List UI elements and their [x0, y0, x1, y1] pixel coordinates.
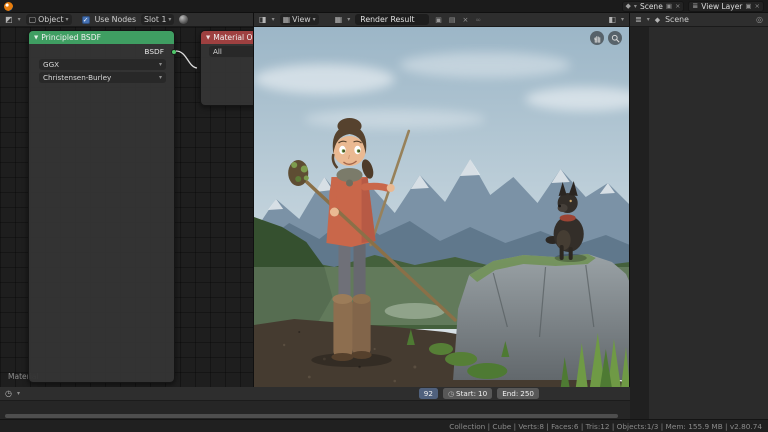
topbar: ◆ ▾ Scene ▣ × ≣ View Layer ▣ ×	[0, 0, 768, 13]
image-name-field[interactable]: Render Result	[355, 14, 429, 25]
use-nodes-checkbox[interactable]: ✓	[82, 16, 90, 24]
end-value: 250	[520, 389, 534, 398]
subsurface-method-value: Christensen-Burley	[43, 73, 111, 82]
chevron-down-icon: ▾	[18, 16, 21, 23]
chevron-down-icon: ▾	[313, 16, 316, 23]
pan-hand-icon[interactable]	[590, 31, 604, 45]
pin-icon[interactable]: ◎	[756, 15, 763, 24]
use-nodes-label: Use Nodes	[95, 15, 136, 24]
bsdf-output-label: BSDF	[39, 47, 166, 56]
slot-dropdown[interactable]: Slot 1 ▾	[141, 14, 174, 25]
chevron-down-icon: ▾	[66, 16, 69, 23]
timeline-ruler[interactable]	[0, 401, 630, 419]
node-title: Material Out	[213, 33, 253, 42]
new-view-layer-button[interactable]: ▣	[745, 2, 751, 10]
properties-header: ≣ ▾ ◆ Scene ◎	[630, 13, 768, 27]
material-output-node[interactable]: ▼ Material Out All	[200, 30, 253, 106]
distribution-value: GGX	[43, 60, 59, 69]
timeline-header: ◷ ▾ 92 ◷ Start: 10 End: 250	[0, 387, 630, 401]
image-mode-label: View	[292, 15, 311, 24]
output-target-value: All	[213, 47, 222, 56]
blender-window: ◆ ▾ Scene ▣ × ≣ View Layer ▣ × ◩ ▾ ▢ Obje…	[0, 0, 768, 432]
image-editor-header: ◨ ▾ ▦ View ▾ ▦ ▾ Render Result ▣ ▤ × ∞ ◧ ▾	[254, 13, 629, 27]
frame-start-field[interactable]: ◷ Start: 10	[443, 388, 492, 399]
display-channels-icon[interactable]: ◧	[608, 15, 616, 24]
end-label: End:	[502, 389, 518, 398]
distribution-dropdown[interactable]: GGX ▾	[39, 59, 166, 70]
output-target-dropdown[interactable]: All	[209, 46, 253, 57]
scene-name: Scene	[640, 2, 663, 11]
chevron-down-icon: ▾	[17, 390, 20, 397]
view-layer-selector[interactable]: ≣ View Layer ▣ ×	[688, 1, 764, 12]
timeline-editor-type-icon[interactable]: ◷	[5, 389, 12, 398]
shader-type-dropdown[interactable]: ▢ Object ▾	[26, 14, 72, 25]
browse-image-icon[interactable]: ▦	[335, 15, 343, 24]
scene-stats: Collection | Cube | Verts:8 | Faces:6 | …	[449, 422, 762, 431]
node-header[interactable]: ▼ Material Out	[201, 31, 253, 44]
render-result-view[interactable]	[254, 27, 629, 387]
start-value: 10	[478, 389, 487, 398]
new-image-button[interactable]: ▣	[434, 16, 443, 24]
current-frame-field[interactable]: 92	[419, 388, 438, 399]
shader-editor-header: ◩ ▾ ▢ Object ▾ ✓ Use Nodes Slot 1 ▾	[0, 13, 253, 27]
link-icon: ∞	[474, 16, 482, 24]
node-body: All	[201, 44, 253, 61]
chevron-down-icon: ▾	[159, 61, 162, 68]
slot-label: Slot 1	[144, 15, 166, 24]
image-name: Render Result	[360, 15, 414, 24]
properties-editor: ≣ ▾ ◆ Scene ◎	[630, 13, 768, 419]
node-title: Principled BSDF	[41, 33, 101, 42]
properties-tabs	[630, 27, 649, 419]
subsurface-method-dropdown[interactable]: Christensen-Burley ▾	[39, 72, 166, 83]
current-frame-value: 92	[424, 389, 433, 398]
shader-type-label: Object	[38, 15, 63, 24]
open-image-button[interactable]: ▤	[448, 16, 457, 24]
blender-logo-icon[interactable]	[4, 2, 13, 11]
start-label: Start:	[456, 389, 476, 398]
preview-range-clock-icon[interactable]: ◷	[448, 390, 454, 398]
properties-editor-type-icon[interactable]: ≣	[635, 15, 642, 24]
image-editor-type-icon[interactable]: ◨	[259, 15, 267, 24]
collapse-icon[interactable]: ▼	[206, 35, 210, 41]
status-bar: Collection | Cube | Verts:8 | Faces:6 | …	[0, 419, 768, 432]
bsdf-output-socket[interactable]	[171, 49, 177, 55]
image-editor: ◨ ▾ ▦ View ▾ ▦ ▾ Render Result ▣ ▤ × ∞ ◧ ▾	[254, 13, 630, 387]
chevron-down-icon: ▾	[159, 74, 162, 81]
chevron-down-icon: ▾	[168, 16, 171, 23]
object-icon: ▢	[29, 15, 37, 24]
browse-scene-icon: ◆	[626, 2, 631, 10]
chevron-down-icon: ▾	[347, 16, 350, 23]
image-mode-dropdown[interactable]: ▦ View ▾	[280, 14, 319, 25]
unlink-image-button[interactable]: ×	[462, 16, 470, 24]
timeline-editor: ◷ ▾ 92 ◷ Start: 10 End: 250	[0, 387, 630, 419]
timeline-scrollbar[interactable]	[5, 414, 618, 418]
chevron-down-icon: ▾	[621, 16, 624, 23]
unlink-scene-button[interactable]: ×	[675, 2, 680, 10]
view-layer-name: View Layer	[701, 2, 742, 11]
node-body: BSDF GGX ▾ Christensen-Burley ▾	[29, 44, 174, 90]
scene-selector[interactable]: ◆ ▾ Scene ▣ ×	[622, 1, 685, 12]
remove-view-layer-button[interactable]: ×	[755, 2, 760, 10]
chevron-down-icon: ▾	[647, 16, 650, 23]
material-preview-icon[interactable]	[179, 15, 188, 24]
node-canvas[interactable]: ▼ Principled BSDF BSDF GGX ▾ Christensen-…	[0, 27, 253, 387]
principled-bsdf-node[interactable]: ▼ Principled BSDF BSDF GGX ▾ Christensen-…	[28, 30, 175, 383]
node-header[interactable]: ▼ Principled BSDF	[29, 31, 174, 44]
chevron-down-icon: ▾	[272, 16, 275, 23]
shader-editor: ◩ ▾ ▢ Object ▾ ✓ Use Nodes Slot 1 ▾ ▼	[0, 13, 254, 387]
topbar-right: ◆ ▾ Scene ▣ × ≣ View Layer ▣ ×	[622, 1, 764, 12]
bsdf-output-row: BSDF	[39, 46, 166, 57]
new-scene-button[interactable]: ▣	[666, 2, 672, 10]
properties-breadcrumb: Scene	[665, 15, 689, 24]
frame-end-field[interactable]: End: 250	[497, 388, 539, 399]
collapse-icon[interactable]: ▼	[34, 35, 38, 41]
chevron-down-icon: ▾	[634, 3, 637, 10]
shader-editor-type-icon[interactable]: ◩	[5, 15, 13, 24]
zoom-magnifier-icon[interactable]	[608, 31, 622, 45]
render-result-image	[254, 27, 630, 387]
image-icon: ▦	[283, 15, 291, 24]
view-layer-icon: ≣	[692, 2, 698, 10]
properties-body	[649, 27, 768, 419]
scene-icon: ◆	[655, 16, 660, 24]
